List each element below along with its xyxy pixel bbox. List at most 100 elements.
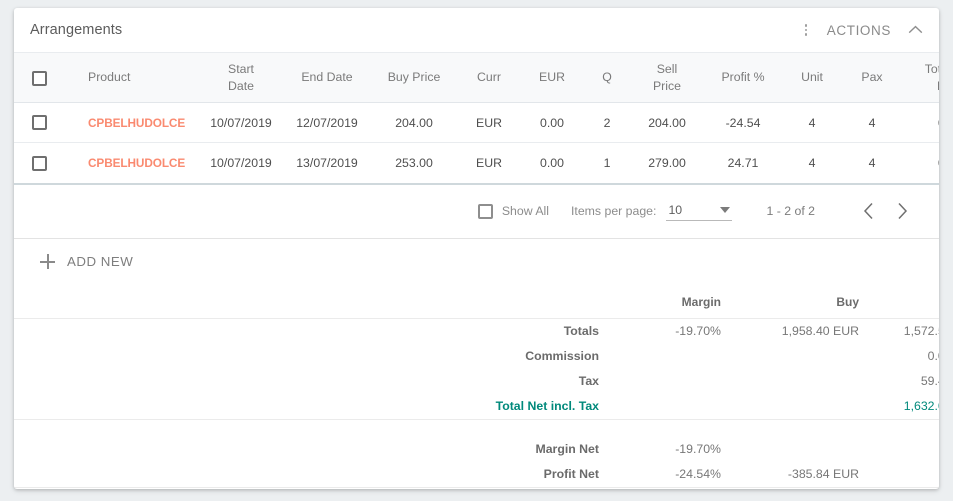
totals-col-buy: Buy [733,284,875,319]
cell-start-date: 10/07/2019 [198,102,284,144]
totals-row-margin [613,369,733,394]
totals-row-sell: 59.44 EUR [920,374,939,389]
arrangements-table: Product Start Date End Date Buy Price Cu… [14,51,939,183]
more-vert-icon[interactable] [795,18,817,42]
col-eur: EUR [520,51,584,104]
add-new-button[interactable]: ADD NEW [40,254,134,270]
card-footer-space [14,488,939,489]
cell-unit: 4 [808,156,816,171]
select-all-header [14,51,82,104]
col-start-date-line2: Date [228,78,254,93]
actions-button[interactable]: ACTIONS [819,23,899,38]
totals-spacer-cell [14,318,469,344]
col-total-buy: Total Buy EUR [902,51,939,104]
totals-row-label: Total Net incl. Tax [495,399,599,414]
col-start-date-line1: Start [228,62,254,76]
cell-unit: 4 [782,102,842,144]
net-row-label: Margin Net [535,442,599,457]
totals-header: Margin Buy Sell [14,284,939,319]
totals-body: Totals -19.70% 1,958.40 EUR 1,572.56 EUR… [14,318,939,488]
chevron-left-icon[interactable] [851,194,885,228]
show-all-checkbox[interactable] [477,203,493,219]
plus-icon [40,254,55,270]
cell-total-buy: 0.00 [902,102,939,144]
cell-product: CPBELHUDOLCE [82,102,198,144]
cell-profit-pct: -24.54 [704,102,782,144]
add-new-label: ADD NEW [67,254,134,270]
cell-total-buy: 0.00 [902,143,939,183]
row-checkbox[interactable] [32,115,47,131]
row-select-cell [14,143,82,183]
cell-eur: 0.00 [520,102,584,144]
totals-divider [14,418,939,437]
totals-spacer [14,284,469,319]
items-per-page-value: 10 [668,202,683,217]
table-header-row: Product Start Date End Date Buy Price Cu… [14,51,939,104]
add-new-bar: ADD NEW [14,239,939,285]
totals-row-margin: -19.70% [675,324,721,339]
totals-table: Margin Buy Sell Totals -19.70% 1,958.40 … [14,284,939,488]
chevron-right-icon[interactable] [885,194,919,228]
chevron-up-icon[interactable] [901,18,929,42]
col-total-buy-line1: Total Buy [924,62,939,76]
cell-end-date: 13/07/2019 [296,156,358,171]
header-actions: ACTIONS [795,18,929,42]
net-row-label: Profit Net [469,461,613,488]
table-row[interactable]: CPBELHUDOLCE 10/07/2019 12/07/2019 204.0… [14,102,939,144]
table-row[interactable]: CPBELHUDOLCE 10/07/2019 13/07/2019 253.0… [14,143,939,183]
cell-product: CPBELHUDOLCE [82,143,198,183]
totals-spacer-cell [14,394,469,420]
totals-row-buy [733,344,875,369]
totals-row-buy [733,394,875,420]
cell-sell-price: 204.00 [630,102,704,144]
col-pax: Pax [842,51,902,104]
card-header: Arrangements ACTIONS [14,8,939,52]
product-link[interactable]: CPBELHUDOLCE [88,156,185,170]
totals-label-col [469,284,613,319]
totals-col-margin: Margin [613,284,733,319]
col-end-date: End Date [284,51,370,104]
net-row: Margin Net -19.70% [14,437,939,462]
show-all-label[interactable]: Show All [502,204,549,218]
items-per-page-select[interactable]: 10 [666,202,733,221]
items-per-page-label: Items per page: [571,204,657,219]
select-all-checkbox[interactable] [32,70,47,86]
net-spacer-cell [14,437,469,462]
totals-row: Totals -19.70% 1,958.40 EUR 1,572.56 EUR [14,318,939,344]
totals-row-sell: 1,632.00 EUR [903,399,939,414]
cell-curr: EUR [458,102,520,144]
totals-row-label: Tax [578,374,599,389]
totals-row-label: Totals [563,324,599,339]
row-checkbox[interactable] [32,155,47,171]
chevron-down-icon [720,206,731,213]
totals-row-sell: 1,572.56 EUR [903,324,939,339]
totals-spacer-cell [14,369,469,394]
row-select-cell [14,102,82,144]
col-buy-price: Buy Price [370,51,458,104]
totals-spacer-cell [14,344,469,369]
product-link[interactable]: CPBELHUDOLCE [88,116,185,130]
totals-row-buy: 1,958.40 EUR [781,324,859,339]
net-row: Profit Net -24.54% -385.84 EUR [14,461,939,488]
col-product: Product [82,51,198,104]
totals-row-buy [733,369,875,394]
totals-row-margin [613,394,733,420]
pagination-range: 1 - 2 of 2 [766,204,815,219]
table-header: Product Start Date End Date Buy Price Cu… [14,51,939,104]
net-row-sell [875,437,939,462]
col-q: Q [584,51,630,104]
cell-sell-price: 279.00 [648,156,686,171]
totals-row: Commission 0.00 EUR [14,344,939,369]
col-start-date: Start Date [198,51,284,104]
pagination-bar: Show All Items per page: 10 1 - 2 of 2 [14,185,939,239]
totals-row-net-incl-tax: Total Net incl. Tax 1,632.00 EUR [14,394,939,420]
cell-q: 2 [584,102,630,144]
page-title: Arrangements [30,22,123,38]
totals-row-label: Commission [525,349,599,364]
cell-start-date: 10/07/2019 [210,156,272,171]
net-row-margin: -24.54% [613,461,733,488]
arrangements-card: Arrangements ACTIONS Product Start Date … [14,8,939,489]
net-spacer-cell [14,461,469,488]
totals-col-sell: Sell [875,284,939,319]
totals-row-sell: 0.00 EUR [927,349,939,364]
